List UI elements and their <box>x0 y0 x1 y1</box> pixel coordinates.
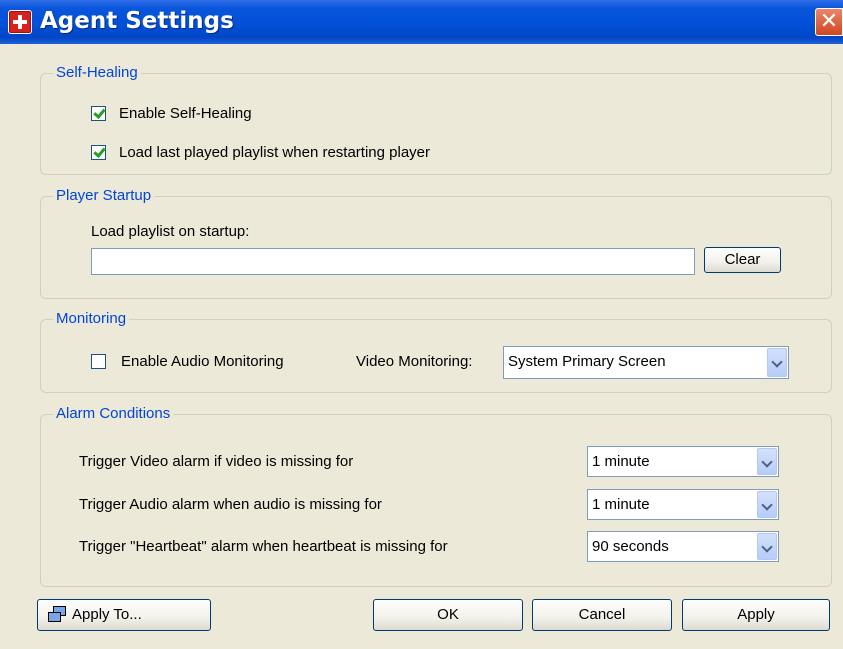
apply-button[interactable]: Apply <box>682 599 830 631</box>
enable-audio-monitoring-label[interactable]: Enable Audio Monitoring <box>121 353 284 370</box>
heartbeat-alarm-value: 90 seconds <box>592 538 669 555</box>
window-title: Agent Settings <box>40 8 234 34</box>
group-legend: Alarm Conditions <box>53 405 174 422</box>
ok-button[interactable]: OK <box>373 599 523 631</box>
monitoring-group: Monitoring Enable Audio Monitoring Video… <box>40 310 832 393</box>
video-alarm-label: Trigger Video alarm if video is missing … <box>79 453 354 470</box>
video-monitoring-value: System Primary Screen <box>508 353 666 370</box>
video-alarm-value: 1 minute <box>592 453 650 470</box>
windows-icon <box>48 606 66 622</box>
player-startup-group: Player Startup Load playlist on startup:… <box>40 187 832 299</box>
cancel-button[interactable]: Cancel <box>532 599 672 631</box>
app-icon <box>8 10 32 34</box>
close-button[interactable]: ✕ <box>815 8 843 36</box>
video-monitoring-select[interactable]: System Primary Screen <box>503 346 789 379</box>
chevron-down-icon[interactable] <box>767 348 787 377</box>
audio-alarm-select[interactable]: 1 minute <box>587 489 779 520</box>
heartbeat-alarm-label: Trigger "Heartbeat" alarm when heartbeat… <box>79 538 448 555</box>
audio-alarm-label: Trigger Audio alarm when audio is missin… <box>79 496 382 513</box>
chevron-down-icon[interactable] <box>757 533 777 560</box>
enable-audio-monitoring-checkbox[interactable] <box>91 354 106 369</box>
alarm-conditions-group: Alarm Conditions Trigger Video alarm if … <box>40 405 832 587</box>
enable-self-healing-checkbox[interactable] <box>91 106 106 121</box>
audio-alarm-value: 1 minute <box>592 496 650 513</box>
group-legend: Self-Healing <box>53 64 141 81</box>
title-bar[interactable]: Agent Settings ✕ <box>0 0 843 44</box>
video-monitoring-label: Video Monitoring: <box>356 353 473 370</box>
chevron-down-icon[interactable] <box>757 448 777 475</box>
heartbeat-alarm-select[interactable]: 90 seconds <box>587 531 779 562</box>
apply-to-button[interactable]: Apply To... <box>37 599 211 631</box>
load-last-playlist-label[interactable]: Load last played playlist when restartin… <box>119 144 430 161</box>
self-healing-group: Self-Healing Enable Self-Healing Load la… <box>40 64 832 175</box>
clear-button[interactable]: Clear <box>704 247 781 273</box>
chevron-down-icon[interactable] <box>757 491 777 518</box>
apply-to-label: Apply To... <box>72 606 142 623</box>
playlist-label: Load playlist on startup: <box>91 223 250 240</box>
group-legend: Monitoring <box>53 310 130 327</box>
group-legend: Player Startup <box>53 187 155 204</box>
video-alarm-select[interactable]: 1 minute <box>587 446 779 477</box>
enable-self-healing-label[interactable]: Enable Self-Healing <box>119 105 252 122</box>
playlist-input[interactable] <box>91 248 695 275</box>
load-last-playlist-checkbox[interactable] <box>91 145 106 160</box>
